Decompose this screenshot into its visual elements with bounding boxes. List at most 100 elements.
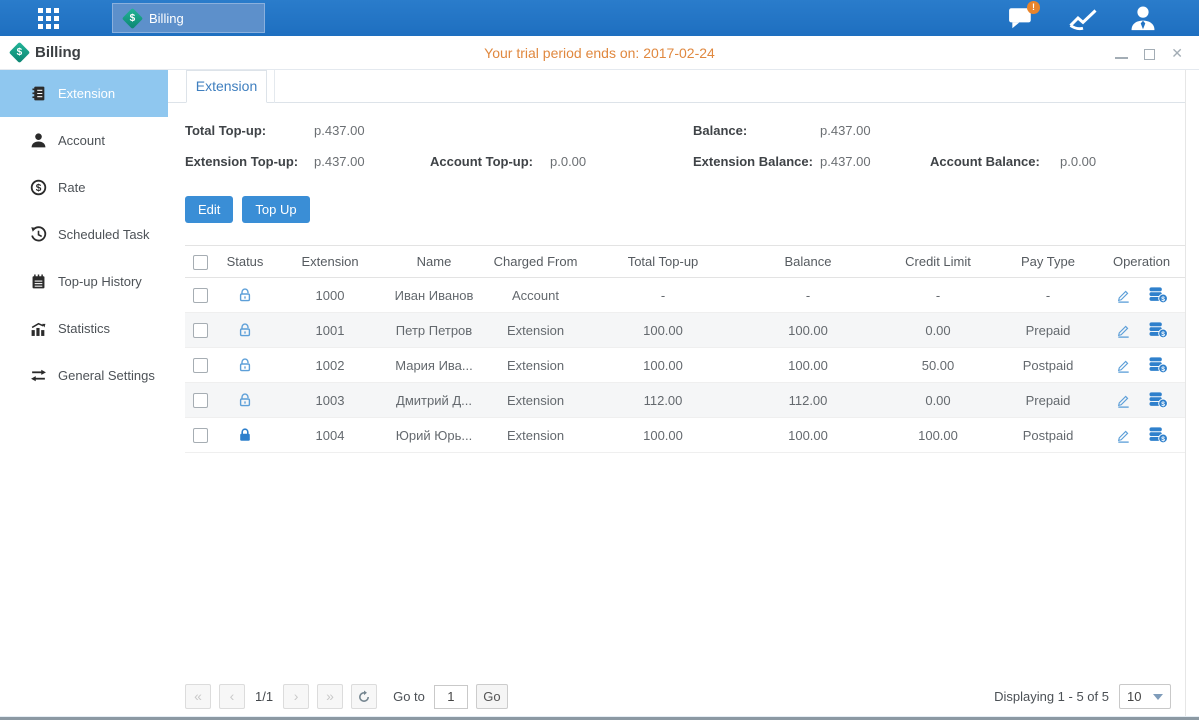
- lock-status-icon[interactable]: [237, 287, 253, 302]
- table-row: 1004 Юрий Юрь... Extension 100.00 100.00…: [185, 418, 1185, 453]
- sidebar-item-label: General Settings: [58, 368, 155, 383]
- tab-separator: [274, 70, 275, 103]
- edit-row-icon[interactable]: [1115, 357, 1132, 374]
- lock-status-icon[interactable]: [237, 392, 253, 407]
- topup-row-icon[interactable]: $: [1149, 426, 1168, 444]
- page-size-select[interactable]: 10: [1119, 684, 1171, 709]
- chevron-down-icon: [1153, 694, 1163, 700]
- cell-charged-from: Extension: [483, 428, 588, 443]
- cell-pay-type: -: [998, 288, 1098, 303]
- topup-row-icon[interactable]: $: [1149, 356, 1168, 374]
- cell-charged-from: Extension: [483, 358, 588, 373]
- goto-label: Go to: [393, 689, 425, 704]
- cell-total-topup: 100.00: [588, 428, 738, 443]
- sidebar-item-extension[interactable]: Extension: [0, 70, 168, 117]
- maximize-icon[interactable]: [1144, 49, 1155, 60]
- header-charged-from: Charged From: [483, 254, 588, 269]
- goto-page-input[interactable]: [434, 685, 468, 709]
- cell-pay-type: Postpaid: [998, 428, 1098, 443]
- table-row: 1002 Мария Ива... Extension 100.00 100.0…: [185, 348, 1185, 383]
- cell-balance: 100.00: [738, 358, 878, 373]
- account-balance-label: Account Balance:: [930, 154, 1040, 169]
- balance-value: p.437.00: [820, 123, 871, 138]
- topbar-billing-tab[interactable]: $ Billing: [112, 3, 265, 33]
- header-operation: Operation: [1098, 254, 1185, 269]
- lock-status-icon[interactable]: [237, 322, 253, 337]
- cell-extension: 1004: [275, 428, 385, 443]
- refresh-button[interactable]: [351, 684, 377, 709]
- cell-extension: 1003: [275, 393, 385, 408]
- svg-text:$: $: [1161, 366, 1165, 373]
- cell-credit-limit: 0.00: [878, 393, 998, 408]
- topbar-tab-label: Billing: [149, 11, 184, 26]
- edit-row-icon[interactable]: [1115, 322, 1132, 339]
- tab-strip: Extension: [168, 70, 1185, 103]
- sidebar-item-label: Extension: [58, 86, 115, 101]
- tab-extension[interactable]: Extension: [186, 70, 267, 103]
- header-status: Status: [215, 254, 275, 269]
- table-row: 1003 Дмитрий Д... Extension 112.00 112.0…: [185, 383, 1185, 418]
- next-page-button[interactable]: ›: [283, 684, 309, 709]
- sidebar-item-general-settings[interactable]: General Settings: [0, 352, 168, 399]
- topup-row-icon[interactable]: $: [1149, 286, 1168, 304]
- lock-status-icon[interactable]: [237, 427, 253, 442]
- row-checkbox[interactable]: [193, 428, 208, 443]
- resource-monitor-icon[interactable]: [1068, 5, 1098, 31]
- sidebar-item-label: Scheduled Task: [58, 227, 150, 242]
- lock-status-icon[interactable]: [237, 357, 253, 372]
- close-icon[interactable]: ✕: [1171, 43, 1183, 63]
- table-row: 1000 Иван Иванов Account - - - - $: [185, 278, 1185, 313]
- topup-row-icon[interactable]: $: [1149, 391, 1168, 409]
- billing-diamond-icon: $: [122, 7, 143, 28]
- balance-label: Balance:: [693, 123, 747, 138]
- topup-row-icon[interactable]: $: [1149, 321, 1168, 339]
- svg-text:$: $: [36, 183, 42, 194]
- edit-row-icon[interactable]: [1115, 287, 1132, 304]
- topbar-right-icons: !: [1007, 0, 1159, 36]
- cell-name: Юрий Юрь...: [385, 428, 483, 443]
- billing-app-window: $ Billing !: [0, 0, 1199, 720]
- extension-icon: [30, 85, 47, 102]
- edit-row-icon[interactable]: [1115, 392, 1132, 409]
- topup-button[interactable]: Top Up: [242, 196, 309, 223]
- cell-credit-limit: 50.00: [878, 358, 998, 373]
- user-account-icon[interactable]: [1129, 5, 1159, 31]
- extension-table: Status Extension Name Charged From Total…: [185, 245, 1185, 453]
- page-indicator: 1/1: [255, 689, 273, 704]
- topup-history-icon: [30, 273, 47, 290]
- edit-row-icon[interactable]: [1115, 427, 1132, 444]
- sidebar-item-scheduled-task[interactable]: Scheduled Task: [0, 211, 168, 258]
- app-launcher-icon[interactable]: [38, 8, 68, 29]
- select-all-checkbox[interactable]: [193, 255, 208, 270]
- header-total-topup: Total Top-up: [588, 254, 738, 269]
- page-size-value: 10: [1127, 689, 1141, 704]
- window-bottom-border: [0, 716, 1199, 720]
- prev-page-button[interactable]: ‹: [219, 684, 245, 709]
- account-topup-value: p.0.00: [550, 154, 586, 169]
- minimize-icon[interactable]: [1115, 57, 1128, 59]
- cell-name: Петр Петров: [385, 323, 483, 338]
- row-checkbox[interactable]: [193, 393, 208, 408]
- cell-extension: 1000: [275, 288, 385, 303]
- sidebar-item-account[interactable]: Account: [0, 117, 168, 164]
- topbar: $ Billing !: [0, 0, 1199, 36]
- cell-charged-from: Account: [483, 288, 588, 303]
- titlebar: $ Billing Your trial period ends on: 201…: [0, 36, 1199, 70]
- go-button[interactable]: Go: [476, 684, 508, 709]
- messages-icon[interactable]: !: [1007, 5, 1037, 31]
- sidebar-item-topup-history[interactable]: Top-up History: [0, 258, 168, 305]
- sidebar-item-rate[interactable]: $ Rate: [0, 164, 168, 211]
- main-content: Extension Total Top-up: p.437.00 Balance…: [168, 70, 1186, 716]
- row-checkbox[interactable]: [193, 288, 208, 303]
- table-body: 1000 Иван Иванов Account - - - - $: [185, 278, 1185, 453]
- sidebar-item-statistics[interactable]: Statistics: [0, 305, 168, 352]
- sidebar-item-label: Account: [58, 133, 105, 148]
- edit-button[interactable]: Edit: [185, 196, 233, 223]
- first-page-button[interactable]: «: [185, 684, 211, 709]
- cell-extension: 1002: [275, 358, 385, 373]
- row-checkbox[interactable]: [193, 358, 208, 373]
- window-controls: ✕: [1115, 43, 1183, 63]
- row-checkbox[interactable]: [193, 323, 208, 338]
- extension-balance-label: Extension Balance:: [693, 154, 813, 169]
- last-page-button[interactable]: »: [317, 684, 343, 709]
